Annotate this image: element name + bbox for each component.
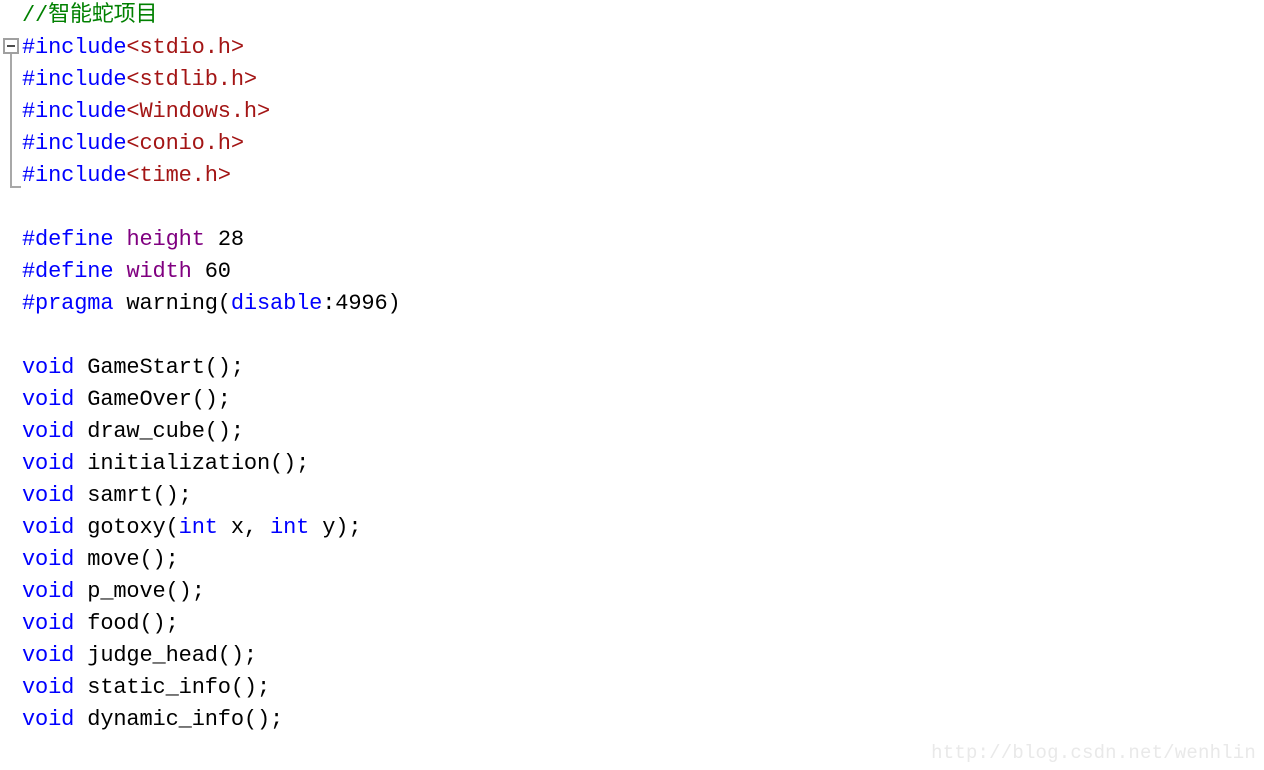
code-line-10[interactable]: #pragma warning(disable:4996) bbox=[22, 288, 1252, 320]
token-plain: :4996) bbox=[322, 291, 401, 316]
token-keyword: int bbox=[270, 515, 310, 540]
token-keyword: void bbox=[22, 483, 75, 508]
token-plain: initialization(); bbox=[74, 451, 310, 476]
token-plain: warning( bbox=[113, 291, 231, 316]
watermark-url: http://blog.csdn.net/wenhlin bbox=[931, 742, 1256, 764]
code-line-16[interactable]: void samrt(); bbox=[22, 480, 1252, 512]
token-keyword: void bbox=[22, 451, 75, 476]
code-line-13[interactable]: void GameOver(); bbox=[22, 384, 1252, 416]
token-header: <conio.h> bbox=[126, 131, 244, 156]
token-keyword: void bbox=[22, 355, 75, 380]
token-plain: 28 bbox=[204, 227, 244, 252]
token-keyword: void bbox=[22, 579, 75, 604]
token-pre: #pragma bbox=[22, 291, 114, 316]
token-plain: dynamic_info(); bbox=[74, 707, 284, 732]
fold-collapse-minus-icon[interactable] bbox=[3, 38, 19, 54]
token-header: <stdio.h> bbox=[126, 35, 244, 60]
token-comment: //智能蛇项目 bbox=[22, 3, 158, 28]
code-line-3[interactable]: #include<stdlib.h> bbox=[22, 64, 1252, 96]
token-keyword: disable bbox=[230, 291, 323, 316]
code-line-6[interactable]: #include<time.h> bbox=[22, 160, 1252, 192]
token-pre: #include bbox=[22, 35, 127, 60]
code-line-18[interactable]: void move(); bbox=[22, 544, 1252, 576]
code-line-22[interactable]: void static_info(); bbox=[22, 672, 1252, 704]
code-line-2[interactable]: #include<stdio.h> bbox=[22, 32, 1252, 64]
code-line-9[interactable]: #define width 60 bbox=[22, 256, 1252, 288]
token-pre: #include bbox=[22, 131, 127, 156]
code-line-8[interactable]: #define height 28 bbox=[22, 224, 1252, 256]
token-plain: 60 bbox=[191, 259, 231, 284]
token-plain: judge_head(); bbox=[74, 643, 257, 668]
token-plain: move(); bbox=[74, 547, 179, 572]
code-text-area[interactable]: //智能蛇项目 #include<stdio.h> #include<stdlib.… bbox=[22, 0, 1252, 736]
token-header: <stdlib.h> bbox=[126, 67, 257, 92]
token-plain: food(); bbox=[74, 611, 179, 636]
token-plain: GameOver(); bbox=[74, 387, 231, 412]
token-keyword: int bbox=[178, 515, 218, 540]
token-keyword: void bbox=[22, 387, 75, 412]
code-line-14[interactable]: void draw_cube(); bbox=[22, 416, 1252, 448]
token-macro: height bbox=[126, 227, 205, 252]
token-header: <time.h> bbox=[126, 163, 231, 188]
code-line-11[interactable] bbox=[22, 320, 1252, 352]
code-line-21[interactable]: void judge_head(); bbox=[22, 640, 1252, 672]
token-keyword: void bbox=[22, 547, 75, 572]
code-line-15[interactable]: void initialization(); bbox=[22, 448, 1252, 480]
token-pre: #include bbox=[22, 99, 127, 124]
fold-region-line bbox=[10, 54, 12, 188]
token-pre: #define bbox=[22, 227, 114, 252]
token-header: <Windows.h> bbox=[126, 99, 270, 124]
token-pre: #include bbox=[22, 67, 127, 92]
token-plain: x, bbox=[217, 515, 271, 540]
code-line-12[interactable]: void GameStart(); bbox=[22, 352, 1252, 384]
token-plain: draw_cube(); bbox=[74, 419, 244, 444]
token-pre: #define bbox=[22, 259, 114, 284]
code-line-5[interactable]: #include<conio.h> bbox=[22, 128, 1252, 160]
token-plain: gotoxy( bbox=[74, 515, 179, 540]
token-macro: width bbox=[126, 259, 192, 284]
token-keyword: void bbox=[22, 515, 75, 540]
code-folding-margin bbox=[0, 0, 22, 770]
token-keyword: void bbox=[22, 707, 75, 732]
token-plain: p_move(); bbox=[74, 579, 205, 604]
code-line-20[interactable]: void food(); bbox=[22, 608, 1252, 640]
code-line-19[interactable]: void p_move(); bbox=[22, 576, 1252, 608]
token-plain: samrt(); bbox=[74, 483, 192, 508]
token-pre: #include bbox=[22, 163, 127, 188]
fold-region-end-tick bbox=[10, 186, 21, 188]
minus-glyph bbox=[7, 45, 15, 47]
token-keyword: void bbox=[22, 643, 75, 668]
token-plain: GameStart(); bbox=[74, 355, 244, 380]
code-line-23[interactable]: void dynamic_info(); bbox=[22, 704, 1252, 736]
token-keyword: void bbox=[22, 675, 75, 700]
token-keyword: void bbox=[22, 419, 75, 444]
code-line-7[interactable] bbox=[22, 192, 1252, 224]
token-plain: y); bbox=[309, 515, 362, 540]
token-plain: static_info(); bbox=[74, 675, 271, 700]
token-keyword: void bbox=[22, 611, 75, 636]
code-line-17[interactable]: void gotoxy(int x, int y); bbox=[22, 512, 1252, 544]
code-editor[interactable]: //智能蛇项目 #include<stdio.h> #include<stdlib.… bbox=[0, 0, 1264, 770]
code-line-4[interactable]: #include<Windows.h> bbox=[22, 96, 1252, 128]
code-line-1[interactable]: //智能蛇项目 bbox=[22, 0, 1252, 32]
